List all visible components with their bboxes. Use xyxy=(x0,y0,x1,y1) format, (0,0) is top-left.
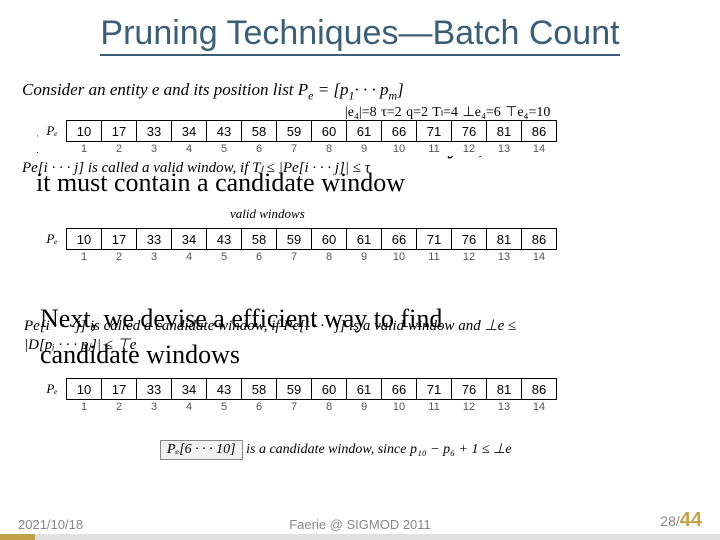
position-table-2: Pₑ10173334435859606166717681861234567891… xyxy=(38,228,557,264)
params-line: |e₄|=8 τ=2 q=2 Tₗ=4 ⊥e₄=6 ⊤e₄=10 xyxy=(345,104,550,121)
footer-page: 28/44 xyxy=(660,509,702,532)
bottom-bar xyxy=(35,534,720,540)
valid-windows-label: valid windows xyxy=(230,206,305,222)
position-table-3: Pₑ10173334435859606166717681861234567891… xyxy=(38,378,557,414)
caption-line: Pₑ[6 · · · 10] is a candidate window, si… xyxy=(160,440,512,460)
position-table-1: Pₑ10173334435859606166717681861234567891… xyxy=(38,120,557,156)
slide: Pruning Techniques—Batch Count Consider … xyxy=(0,0,720,540)
candidate-line: candidate windows xyxy=(40,340,240,370)
slide-title: Pruning Techniques—Batch Count xyxy=(40,14,680,53)
footer-venue: Faerie @ SIGMOD 2011 xyxy=(0,517,720,532)
consider-line: Consider an entity e and its position li… xyxy=(22,80,404,103)
bottom-accent-bar xyxy=(0,534,35,540)
must-contain-line: it must contain a candidate window xyxy=(36,168,405,198)
